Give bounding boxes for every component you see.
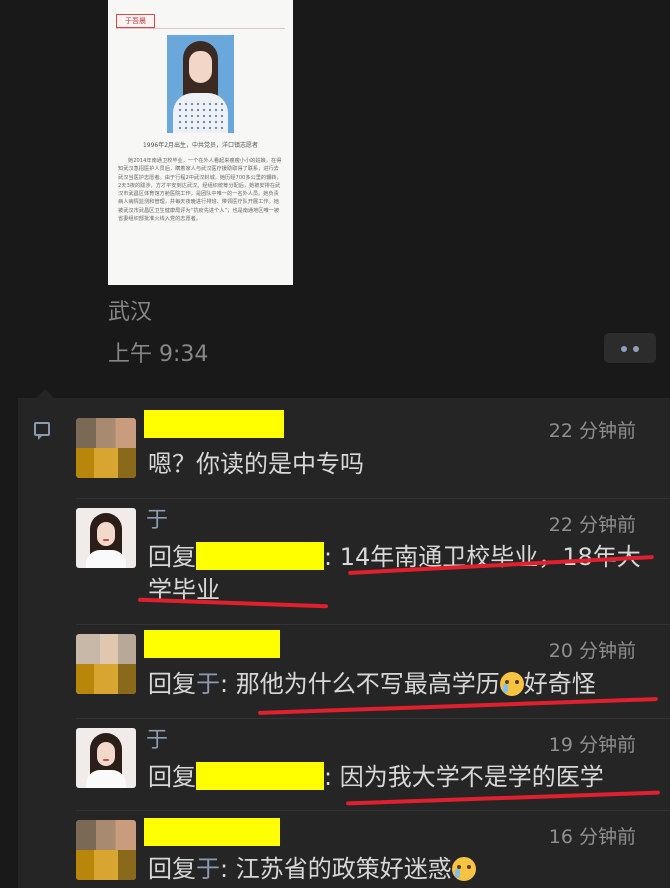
comment-text: 嗯？你读的是中专吗 [148,450,364,478]
reply-to-name[interactable]: 于 [196,670,220,698]
redacted-reply-name [196,762,324,790]
comment-text: 回复: 14年南通卫校毕业，18年大学毕业 [148,541,658,607]
portrait-photo [167,35,234,133]
avatar[interactable] [76,418,136,478]
reply-prefix: 回复 [148,670,196,698]
redacted-nickname[interactable] [144,630,280,658]
post-image[interactable]: 于吾晨 1996年2月出生，中共党员，洋口镇志愿者 她2014年南通卫校毕业，一… [108,0,293,285]
comment-body: : 江苏省的政策好迷惑 [220,855,452,883]
avatar[interactable] [76,634,136,694]
comment-time: 16 分钟前 [548,826,636,848]
comment-nickname[interactable]: 于 [146,722,168,754]
redacted-nickname[interactable] [144,818,280,846]
image-caption: 1996年2月出生，中共党员，洋口镇志愿者 [142,142,259,149]
avatar[interactable] [76,728,136,788]
comment-text: 回复 : 因为我大学不是学的医学 [148,761,658,794]
crying-laughing-emoji-icon [499,672,524,696]
more-dots-icon [621,346,627,352]
image-divider [116,28,285,29]
comment-icon [34,422,50,440]
comment-text: 回复于: 江苏省的政策好迷惑 [148,853,658,886]
divider [76,624,670,625]
comment-body-tail: 好奇怪 [523,670,596,698]
post-location[interactable]: 武汉 [108,294,152,326]
image-name-tag: 于吾晨 [116,14,155,28]
comments-panel: 22 分钟前 嗯？你读的是中专吗 于 22 分钟前 回复: 14年南通卫校毕业，… [18,389,670,888]
reply-prefix: 回复 [148,855,196,883]
more-button[interactable] [604,333,656,363]
divider [76,498,670,499]
comment-body: : 因为我大学不是学的医学 [324,763,604,791]
comment-body: : 那他为什么不写最高学历 [220,670,500,698]
crying-laughing-emoji-icon [451,857,476,881]
comment-time: 22 分钟前 [548,420,636,442]
image-body-text: 她2014年南通卫校毕业，一个在外人看起来瘦瘦小小的姑娘，在得知武汉急招医护人员… [118,158,282,223]
redacted-reply-name [196,542,324,570]
comment-nickname[interactable]: 于 [146,502,168,534]
avatar[interactable] [76,820,136,880]
avatar[interactable] [76,508,136,568]
moments-page: 于吾晨 1996年2月出生，中共党员，洋口镇志愿者 她2014年南通卫校毕业，一… [0,0,670,888]
comment-text: 回复于: 那他为什么不写最高学历 好奇怪 [148,668,658,701]
comment-time: 19 分钟前 [548,734,636,756]
divider [76,718,670,719]
comment-time: 22 分钟前 [548,514,636,536]
redacted-nickname[interactable] [144,410,284,438]
reply-prefix: 回复 [148,543,196,571]
divider [76,810,670,811]
post-time: 上午 9:34 [108,342,209,367]
comment-time: 20 分钟前 [548,640,636,662]
reply-prefix: 回复 [148,763,196,791]
reply-to-name[interactable]: 于 [196,855,220,883]
